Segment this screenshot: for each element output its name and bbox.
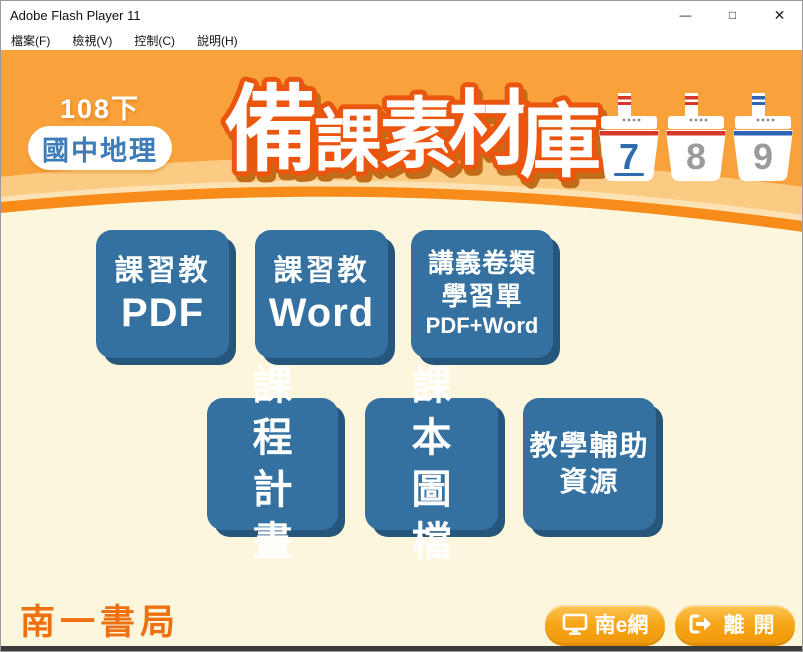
- boat9-number: 9: [753, 136, 773, 177]
- svg-text:課: 課: [314, 104, 382, 180]
- button-label-line: 課習教: [114, 255, 211, 288]
- menu-help[interactable]: 說明(H): [186, 30, 249, 50]
- button-label-line: 學習單: [441, 280, 523, 311]
- subject-badge: 國中地理: [28, 126, 172, 170]
- flash-stage: 108下 國中地理 備 課 素 材 庫 備 課 素 材 庫 7 8 9 課習教 …: [0, 50, 803, 646]
- main-button-kexijiao-pdf[interactable]: 課習教 PDF: [96, 230, 229, 358]
- boat7-hull-stripe: [599, 131, 659, 136]
- svg-text:材: 材: [448, 85, 529, 175]
- boat9-funnel-stripe: [752, 96, 765, 100]
- boat7-selected-underline: [614, 173, 644, 176]
- svg-text:庫: 庫: [520, 98, 601, 188]
- grade-boats: 7 8 9: [599, 93, 793, 181]
- exit-label: 離開: [723, 614, 784, 637]
- main-button-handouts-worksheets[interactable]: 講義卷類 學習單 PDF+Word: [411, 230, 553, 358]
- nan-e-net-button[interactable]: 南e網: [545, 605, 665, 643]
- minimize-button[interactable]: —: [662, 0, 709, 30]
- button-label-line: 課本: [411, 364, 470, 460]
- button-label-line: 計畫: [252, 468, 311, 564]
- boat8-funnel-stripe: [685, 96, 698, 100]
- boat9-funnel-stripe2: [752, 102, 765, 105]
- publisher-logo: 南一書局: [20, 603, 181, 642]
- boat9-hull-stripe: [733, 131, 793, 136]
- app-title: 備 課 素 材 庫 備 課 素 材 庫: [219, 72, 610, 199]
- menu-bar: 檔案(F) 檢視(V) 控制(C) 說明(H): [0, 30, 803, 50]
- close-button[interactable]: ✕: [756, 0, 803, 30]
- button-label-line: 課程: [252, 364, 311, 460]
- menu-control[interactable]: 控制(C): [123, 30, 186, 50]
- svg-text:素: 素: [380, 92, 457, 178]
- button-label-line: 課習教: [273, 255, 370, 288]
- window-bottom-edge: [0, 646, 803, 652]
- boat8-hull-stripe: [666, 131, 726, 136]
- boat-grade-7[interactable]: 7: [599, 93, 659, 181]
- title-bar: Adobe Flash Player 11 — □ ✕: [0, 0, 803, 30]
- menu-file[interactable]: 檔案(F): [0, 30, 61, 50]
- nan-e-net-label: 南e網: [594, 614, 649, 637]
- button-label-line: PDF+Word: [425, 313, 539, 339]
- boat7-funnel-stripe: [618, 96, 631, 100]
- window-title: Adobe Flash Player 11: [10, 7, 141, 23]
- boat-grade-8[interactable]: 8: [666, 93, 726, 181]
- app-title-text: 備 課 素 材 庫: [219, 72, 606, 193]
- menu-view[interactable]: 檢視(V): [61, 30, 123, 50]
- main-button-curriculum-plan[interactable]: 課程 計畫: [207, 364, 338, 564]
- maximize-button[interactable]: □: [709, 0, 756, 30]
- main-button-kexijiao-word[interactable]: 課習教 Word: [255, 230, 388, 358]
- boat8-number: 8: [686, 136, 706, 177]
- boat7-funnel-stripe2: [618, 102, 631, 105]
- button-label-line: 圖檔: [411, 468, 470, 564]
- boat8-funnel-stripe2: [685, 102, 698, 105]
- button-label-line: 教學輔助: [529, 429, 650, 461]
- boat-grade-9[interactable]: 9: [733, 93, 793, 181]
- main-button-teaching-resources[interactable]: 教學輔助 資源: [523, 398, 656, 530]
- button-label-line: PDF: [121, 290, 204, 335]
- button-label-line: 講義卷類: [427, 248, 536, 279]
- semester-label: 108下: [59, 94, 141, 124]
- exit-button[interactable]: 離開: [675, 605, 795, 643]
- button-label-line: 資源: [559, 466, 620, 497]
- exit-icon: [689, 614, 711, 634]
- window-controls: — □ ✕: [662, 0, 803, 30]
- boat7-number: 7: [619, 136, 639, 177]
- main-button-textbook-images[interactable]: 課本 圖檔: [365, 364, 498, 564]
- button-label-line: Word: [268, 290, 375, 335]
- monitor-icon: [562, 613, 587, 635]
- svg-text:備: 備: [224, 77, 318, 182]
